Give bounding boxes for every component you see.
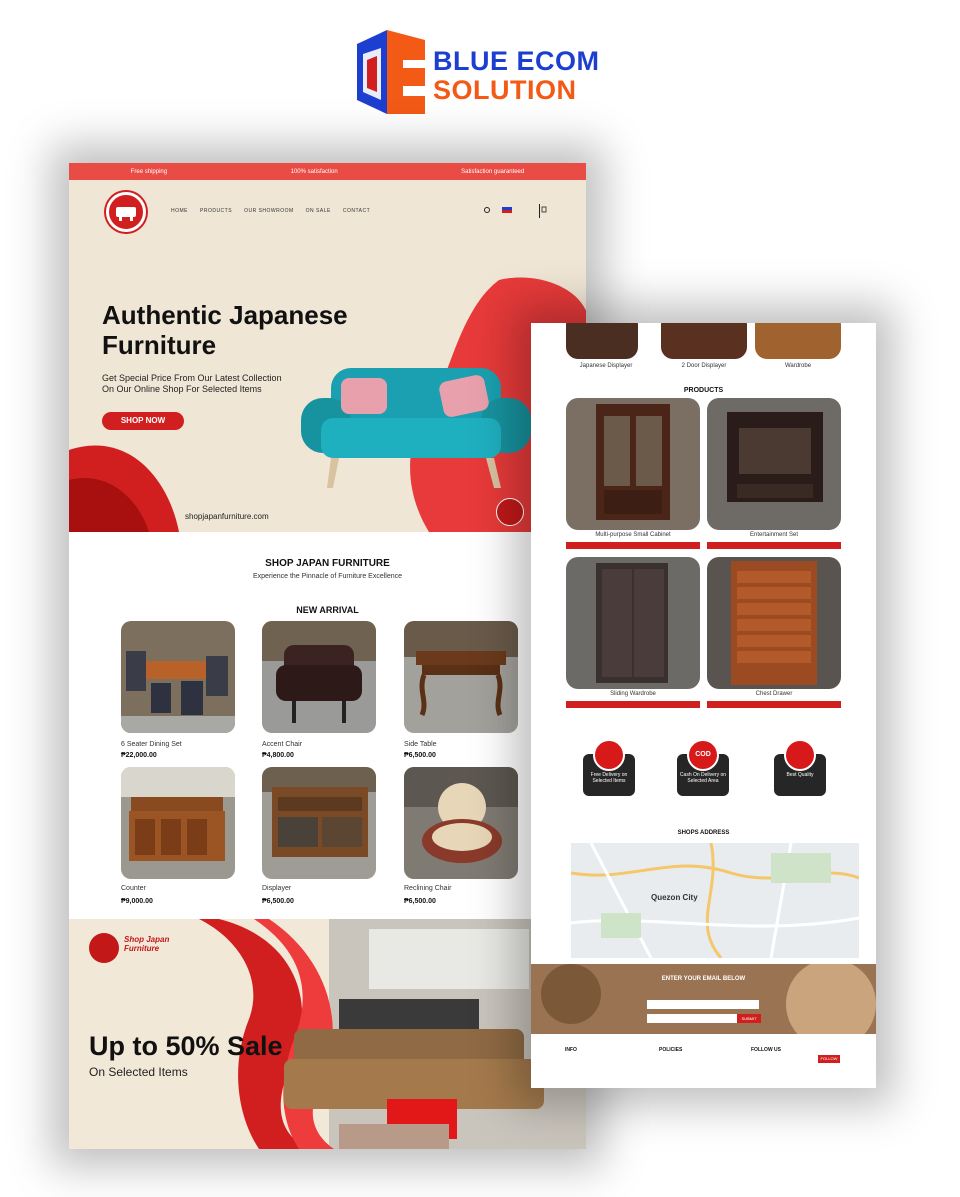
footer-follow-heading: FOLLOW US — [751, 1047, 781, 1053]
product-image-reclining-chair[interactable] — [404, 767, 518, 879]
product-image-counter[interactable] — [121, 767, 235, 879]
hero-banner: HOME PRODUCTS OUR SHOWROOM ON SALE CONTA… — [69, 180, 586, 532]
search-icon — [484, 207, 490, 213]
top-caption-1: Japanese Displayer — [579, 363, 633, 369]
website-mockup-home: Free shipping 100% satisfaction Satisfac… — [69, 163, 586, 1149]
products-title: PRODUCTS — [683, 387, 724, 394]
add-to-cart-bar-4[interactable] — [707, 701, 841, 708]
main-nav: HOME PRODUCTS OUR SHOWROOM ON SALE CONTA… — [171, 208, 370, 214]
nav-item-contact[interactable]: CONTACT — [343, 208, 370, 214]
sale-banner[interactable]: Shop Japan Furniture Up to 50% Sale On S… — [69, 919, 586, 1149]
product-name-5[interactable]: Displayer — [262, 885, 291, 892]
feature-label-3: Best Quality — [786, 772, 814, 778]
store-badge-icon — [496, 498, 524, 526]
product-image-accent-chair[interactable] — [262, 621, 376, 733]
product-price-3: ₱6,500.00 — [404, 752, 436, 759]
product-name-3[interactable]: Side Table — [404, 741, 437, 748]
footer-follow-button[interactable]: FOLLOW — [818, 1055, 840, 1063]
product-caption-3[interactable]: Sliding Wardrobe — [566, 691, 700, 697]
footer: INFO POLICIES FOLLOW US FOLLOW — [531, 1037, 876, 1088]
product-price-4: ₱9,000.00 — [121, 898, 153, 905]
shops-address-title: SHOPS ADDRESS — [677, 830, 730, 836]
newsletter-title: ENTER YOUR EMAIL BELOW — [661, 976, 746, 982]
top-caption-3: Wardrobe — [784, 363, 812, 369]
feature-label-2: Cash On Delivery on Selected Area — [679, 772, 727, 784]
product-price-5: ₱6,500.00 — [262, 898, 294, 905]
nav-item-showroom[interactable]: OUR SHOWROOM — [244, 208, 294, 214]
hero-url: shopjapanfurniture.com — [185, 512, 269, 521]
store-logo[interactable] — [106, 192, 146, 232]
topbar-item-3: Satisfaction guaranteed — [461, 168, 525, 175]
section-title: SHOP JAPAN FURNITURE — [265, 558, 390, 569]
product-caption-2[interactable]: Entertainment Set — [707, 532, 841, 538]
product-name-4[interactable]: Counter — [121, 885, 146, 892]
sale-logo-icon — [89, 933, 119, 963]
newsletter-section: ENTER YOUR EMAIL BELOW SUBMIT — [531, 964, 876, 1034]
delivery-icon — [593, 739, 625, 771]
product-tile-small-cabinet[interactable] — [566, 398, 700, 530]
nav-item-products[interactable]: PRODUCTS — [200, 208, 232, 214]
add-to-cart-bar-3[interactable] — [566, 701, 700, 708]
topbar-item-2: 100% satisfaction — [290, 168, 338, 175]
top-image-wardrobe[interactable] — [755, 323, 841, 359]
product-name-2[interactable]: Accent Chair — [262, 741, 302, 748]
topbar-item-1: Free shipping — [130, 168, 168, 175]
product-name-6[interactable]: Reclining Chair — [404, 885, 451, 892]
top-caption-2: 2 Door Displayer — [681, 363, 727, 369]
product-price-6: ₱6,500.00 — [404, 898, 436, 905]
brand-name-line1: BLUE ECOM — [433, 46, 600, 76]
product-price-1: ₱22,000.00 — [121, 752, 157, 759]
cart-icon — [541, 206, 547, 213]
top-image-japanese-displayer[interactable] — [566, 323, 638, 359]
sofa-logo-icon — [116, 207, 136, 221]
product-caption-4[interactable]: Chest Drawer — [707, 691, 841, 697]
hero-sofa-image — [301, 368, 531, 488]
product-tile-sliding-wardrobe[interactable] — [566, 557, 700, 689]
product-image-dining-set[interactable] — [121, 621, 235, 733]
name-input[interactable] — [647, 1000, 759, 1009]
feature-label-1: Free Delivery on Selected Items — [590, 772, 628, 784]
new-arrival-title: NEW ARRIVAL — [296, 605, 359, 615]
product-name-1[interactable]: 6 Seater Dining Set — [121, 741, 182, 748]
brand-name-line2: SOLUTION — [433, 75, 577, 105]
product-image-side-table[interactable] — [404, 621, 518, 733]
product-price-2: ₱4,800.00 — [262, 752, 294, 759]
hero-title: Authentic Japanese Furniture — [102, 300, 348, 360]
submit-button[interactable]: SUBMIT — [737, 1014, 761, 1023]
header-icons — [484, 204, 547, 218]
brand-mark-icon — [357, 30, 425, 114]
footer-policies-heading: POLICIES — [659, 1047, 683, 1053]
section-subtitle: Experience the Pinnacle of Furniture Exc… — [252, 573, 403, 580]
product-caption-1[interactable]: Multi-purpose Small Cabinet — [566, 532, 700, 538]
quality-badge-icon — [784, 739, 816, 771]
website-mockup-products: Japanese Displayer 2 Door Displayer Ward… — [531, 323, 876, 1088]
sale-subtitle: On Selected Items — [89, 1065, 188, 1079]
cod-icon: COD — [687, 739, 719, 771]
sale-brand: Shop Japan Furniture — [124, 935, 170, 953]
shop-map[interactable]: Quezon City — [571, 843, 859, 958]
product-tile-entertainment-set[interactable] — [707, 398, 841, 530]
nav-item-home[interactable]: HOME — [171, 208, 188, 214]
map-graphic — [571, 843, 859, 958]
email-input[interactable] — [647, 1014, 737, 1023]
brand-logo: BLUE ECOM SOLUTION — [345, 26, 625, 121]
product-image-displayer[interactable] — [262, 767, 376, 879]
sale-title: Up to 50% Sale — [89, 1031, 283, 1061]
hero-subtitle: Get Special Price From Our Latest Collec… — [102, 373, 282, 394]
top-image-2-door-displayer[interactable] — [661, 323, 747, 359]
announcement-bar: Free shipping 100% satisfaction Satisfac… — [69, 163, 586, 180]
add-to-cart-bar-2[interactable] — [707, 542, 841, 549]
product-tile-chest-drawer[interactable] — [707, 557, 841, 689]
footer-info-heading: INFO — [565, 1047, 577, 1053]
map-city-label: Quezon City — [651, 893, 698, 902]
add-to-cart-bar-1[interactable] — [566, 542, 700, 549]
nav-item-sale[interactable]: ON SALE — [306, 208, 331, 214]
shop-now-button[interactable]: SHOP NOW — [102, 412, 184, 430]
